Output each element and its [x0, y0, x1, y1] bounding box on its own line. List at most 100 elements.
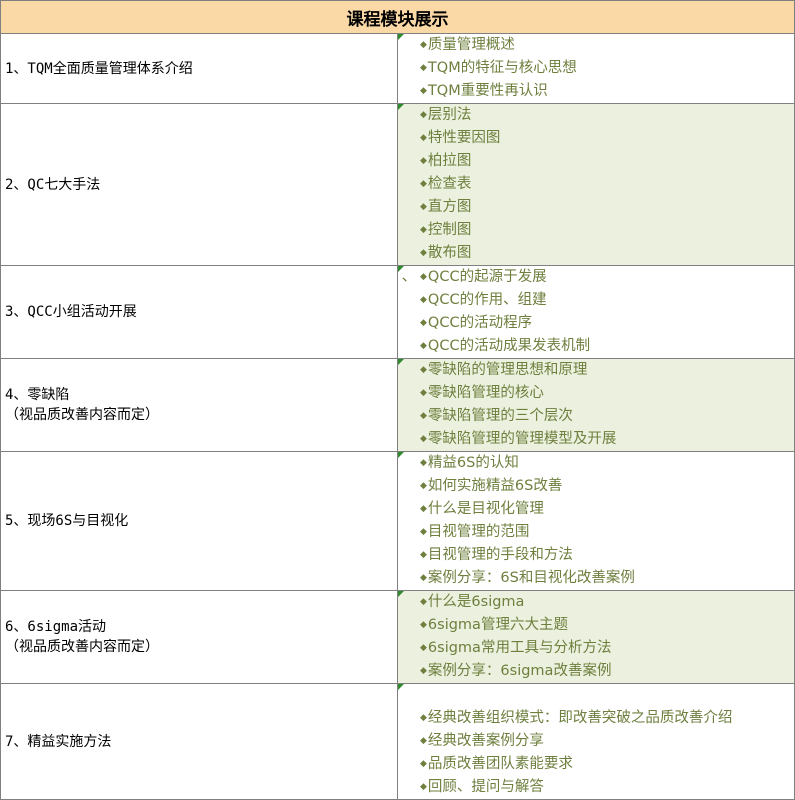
diamond-bullet-icon: ◆	[420, 782, 427, 792]
diamond-bullet-icon: ◆	[420, 225, 427, 235]
diamond-bullet-icon: ◆	[420, 458, 427, 468]
module-item: ◆柏拉图	[420, 150, 794, 173]
lead-mark: 、	[401, 269, 417, 285]
diamond-bullet-icon: ◆	[420, 643, 427, 653]
module-note: （视品质改善内容而定）	[5, 407, 159, 423]
module-row: 5、现场6S与目视化 ◆精益6S的认知 ◆如何实施精益6S改善 ◆什么是目视化管理 ◆目…	[0, 451, 795, 591]
module-name: 3、QCC小组活动开展	[5, 304, 137, 320]
diamond-bullet-icon: ◆	[420, 573, 427, 583]
diamond-bullet-icon: ◆	[420, 40, 427, 50]
module-item: ◆检查表	[420, 173, 794, 196]
module-item-text: 什么是6sigma	[427, 594, 525, 610]
diamond-bullet-icon: ◆	[420, 156, 427, 166]
diamond-bullet-icon: ◆	[420, 248, 427, 258]
module-item: ◆目视管理的范围	[420, 521, 794, 544]
module-name: 6、6sigma活动	[5, 619, 107, 635]
diamond-bullet-icon: ◆	[420, 597, 427, 607]
module-item: ◆案例分享：6sigma改善案例	[420, 660, 794, 683]
diamond-bullet-icon: ◆	[420, 365, 427, 375]
diamond-bullet-icon: ◆	[420, 133, 427, 143]
module-item: ◆6sigma管理六大主题	[420, 614, 794, 637]
diamond-bullet-icon: ◆	[420, 295, 427, 305]
diamond-bullet-icon: ◆	[420, 272, 427, 282]
module-items-cell: ◆质量管理概述 ◆TQM的特征与核心思想 ◆TQM重要性再认识	[397, 33, 795, 104]
module-item: ◆品质改善团队素能要求	[420, 753, 794, 776]
module-item-text: 案例分享：6S和目视化改善案例	[427, 570, 635, 586]
module-item-text: 如何实施精益6S改善	[427, 478, 563, 494]
module-item-text: 质量管理概述	[427, 37, 515, 53]
module-item-text: QCC的活动成果发表机制	[427, 338, 591, 354]
course-module-table: 课程模块展示 1、TQM全面质量管理体系介绍 ◆质量管理概述 ◆TQM的特征与核心思…	[0, 0, 795, 800]
module-item-text: 零缺陷管理的核心	[427, 385, 544, 401]
module-item: ◆控制图	[420, 219, 794, 242]
module-item-text: 目视管理的手段和方法	[427, 547, 573, 563]
module-item: ◆什么是目视化管理	[420, 498, 794, 521]
module-name-cell: 4、零缺陷 （视品质改善内容而定）	[0, 358, 398, 452]
module-row: 1、TQM全面质量管理体系介绍 ◆质量管理概述 ◆TQM的特征与核心思想 ◆TQM重要…	[0, 33, 795, 104]
diamond-bullet-icon: ◆	[420, 527, 427, 537]
module-item-text: 6sigma管理六大主题	[427, 617, 568, 633]
diamond-bullet-icon: ◆	[420, 713, 427, 723]
module-item: ◆质量管理概述	[420, 34, 794, 57]
module-item: ◆目视管理的手段和方法	[420, 544, 794, 567]
module-item: ◆QCC的活动程序	[420, 312, 794, 335]
module-row: 3、QCC小组活动开展、 ◆QCC的起源于发展 ◆QCC的作用、组建 ◆QCC的活动程…	[0, 265, 795, 359]
module-item: ◆经典改善组织模式：即改善突破之品质改善介绍	[420, 707, 794, 730]
table-title: 课程模块展示	[0, 0, 795, 34]
diamond-bullet-icon: ◆	[420, 86, 427, 96]
module-item-text: 目视管理的范围	[427, 524, 530, 540]
module-item-text: 精益6S的认知	[427, 455, 519, 471]
diamond-bullet-icon: ◆	[420, 620, 427, 630]
module-item: ◆零缺陷管理的管理模型及开展	[420, 428, 794, 451]
module-item-text: 检查表	[427, 176, 472, 192]
module-item: ◆经典改善案例分享	[420, 730, 794, 753]
module-item-text: TQM的特征与核心思想	[427, 60, 577, 76]
module-name: 5、现场6S与目视化	[5, 513, 129, 529]
module-item-text: QCC的起源于发展	[427, 269, 547, 285]
module-name: 4、零缺陷	[5, 387, 70, 403]
diamond-bullet-icon: ◆	[420, 666, 427, 676]
module-item-text: 品质改善团队素能要求	[427, 756, 573, 772]
module-item: ◆零缺陷的管理思想和原理	[420, 359, 794, 382]
module-items-cell: ◆什么是6sigma ◆6sigma管理六大主题 ◆6sigma常用工具与分析方法 ◆…	[397, 590, 795, 684]
diamond-bullet-icon: ◆	[420, 110, 427, 120]
module-name-cell: 5、现场6S与目视化	[0, 451, 398, 591]
module-name: 2、QC七大手法	[5, 176, 101, 193]
module-item: ◆什么是6sigma	[420, 591, 794, 614]
module-item-text: 零缺陷的管理思想和原理	[427, 362, 588, 378]
module-item-text: 直方图	[427, 199, 472, 215]
diamond-bullet-icon: ◆	[420, 388, 427, 398]
module-item-text: 特性要因图	[427, 130, 501, 146]
module-row: 2、QC七大手法 ◆层别法 ◆特性要因图 ◆柏拉图 ◆检查表 ◆直方图 ◆控制图 ◆散布图	[0, 103, 795, 266]
module-item-text: 经典改善案例分享	[427, 733, 544, 749]
module-item-text: 柏拉图	[427, 153, 472, 169]
module-item-text: 零缺陷管理的管理模型及开展	[427, 431, 617, 447]
diamond-bullet-icon: ◆	[420, 550, 427, 560]
diamond-bullet-icon: ◆	[420, 179, 427, 189]
module-item: ◆案例分享：6S和目视化改善案例	[420, 567, 794, 590]
module-name-cell: 3、QCC小组活动开展	[0, 265, 398, 359]
module-item-text: 6sigma常用工具与分析方法	[427, 640, 612, 656]
module-item-text: 层别法	[427, 107, 472, 123]
module-item: ◆如何实施精益6S改善	[420, 475, 794, 498]
diamond-bullet-icon: ◆	[420, 434, 427, 444]
diamond-bullet-icon: ◆	[420, 759, 427, 769]
module-item: ◆TQM的特征与核心思想	[420, 57, 794, 80]
module-name: 7、精益实施方法	[5, 733, 112, 750]
module-name-cell: 6、6sigma活动 （视品质改善内容而定）	[0, 590, 398, 684]
module-item: ◆QCC的活动成果发表机制	[420, 335, 794, 358]
module-item: ◆TQM重要性再认识	[420, 80, 794, 103]
module-item-text: TQM重要性再认识	[427, 83, 548, 99]
diamond-bullet-icon: ◆	[420, 318, 427, 328]
module-row: 4、零缺陷 （视品质改善内容而定） ◆零缺陷的管理思想和原理 ◆零缺陷管理的核心 ◆零缺…	[0, 358, 795, 452]
module-items-cell: ◆层别法 ◆特性要因图 ◆柏拉图 ◆检查表 ◆直方图 ◆控制图 ◆散布图	[397, 103, 795, 266]
table-body: 1、TQM全面质量管理体系介绍 ◆质量管理概述 ◆TQM的特征与核心思想 ◆TQM重要…	[0, 33, 795, 800]
diamond-bullet-icon: ◆	[420, 736, 427, 746]
module-item: ◆直方图	[420, 196, 794, 219]
module-name-cell: 2、QC七大手法	[0, 103, 398, 266]
diamond-bullet-icon: ◆	[420, 63, 427, 73]
diamond-bullet-icon: ◆	[420, 481, 427, 491]
diamond-bullet-icon: ◆	[420, 411, 427, 421]
module-item-text: QCC的作用、组建	[427, 292, 547, 308]
